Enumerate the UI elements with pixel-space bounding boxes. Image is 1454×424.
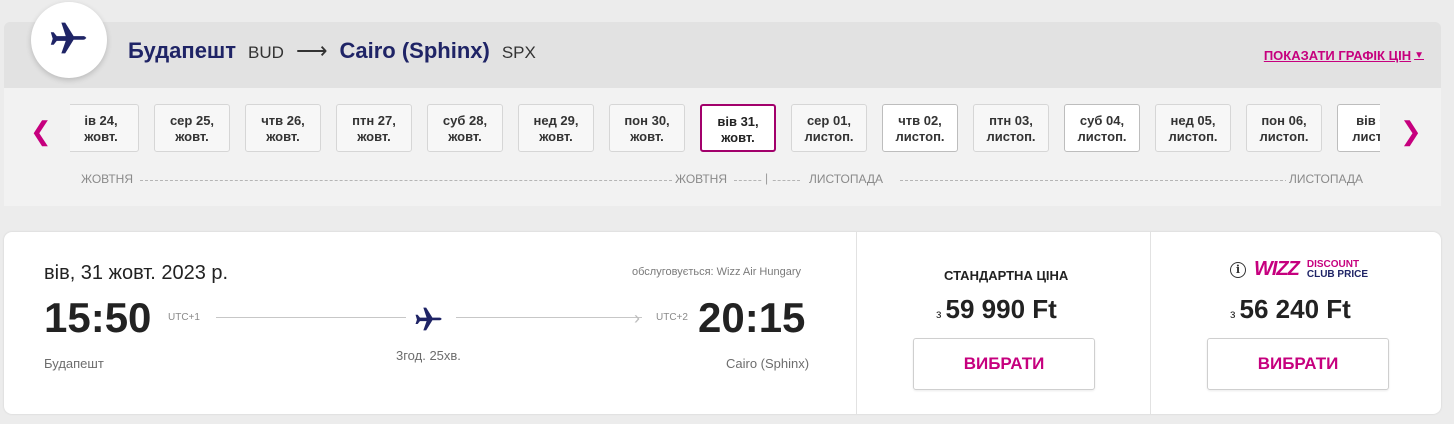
departure-time: 15:50 (44, 294, 152, 341)
discount-club-header: i WIZZ DISCOUNT CLUB PRICE (1230, 258, 1368, 281)
timeline-left (216, 317, 406, 318)
date-tile-month: жовт. (539, 129, 573, 144)
airline-logo (31, 2, 107, 78)
date-tile[interactable]: ів 24, жовт. (70, 104, 139, 152)
standard-fare-label: СТАНДАРТНА ЦІНА (944, 268, 1069, 283)
date-tile-day: птн 03, (989, 113, 1033, 128)
price-prefix: з (1230, 307, 1236, 321)
date-tile[interactable]: нед 29, жовт. (518, 104, 594, 152)
date-tile-month: листоп. (1259, 129, 1309, 144)
date-tile-day: сер 25, (169, 113, 215, 128)
flight-date: вів, 31 жовт. 2023 р. (44, 262, 229, 284)
date-tile-month: жовт. (175, 129, 209, 144)
chevron-left-icon[interactable]: ❮ (30, 116, 52, 147)
departure-airport: Будапешт (44, 356, 104, 371)
arrival-time: 20:15 (698, 294, 806, 341)
price-value: 59 990 Ft (945, 294, 1057, 324)
date-tile-month: листоп. (1168, 129, 1218, 144)
operated-by: обслуговується: Wizz Air Hungary (632, 266, 802, 278)
flight-duration: 3год. 25хв. (396, 348, 461, 363)
month-timeline: ЖОВТНЯ ЖОВТНЯ | ЛИСТОПАДА ЛИСТОПАДА (78, 171, 1378, 188)
date-tile-day: нед 05, (1170, 113, 1216, 128)
departure-utc: UTC+1 (168, 312, 200, 323)
flight-card: вів, 31 жовт. 2023 р. обслуговується: Wi… (4, 232, 1441, 414)
date-tile[interactable]: птн 03, листоп. (973, 104, 1049, 152)
date-tile-month: жовт. (84, 129, 118, 144)
info-icon[interactable]: i (1230, 261, 1246, 278)
show-price-graph-link[interactable]: ПОКАЗАТИ ГРАФІК ЦІН ▼ (1264, 48, 1424, 63)
date-tile-day: чтв 02, (898, 113, 942, 128)
destination-code: SPX (501, 43, 536, 62)
divider (1150, 232, 1151, 414)
date-tile-month: листоп. (895, 129, 945, 144)
date-tile-month: листоп. (1077, 129, 1127, 144)
day-list: ів 24, жовт. сер 25, жовт. чтв 26, жовт. птн 2… (70, 104, 1380, 154)
price-prefix: з (936, 307, 942, 321)
chevron-right-icon: › (634, 308, 640, 328)
date-selector: ❮ ів 24, жовт. сер 25, жовт. чтв 26, жовт. птн… (4, 88, 1441, 206)
destination-city: Cairo (Sphinx) (339, 38, 490, 63)
date-tile[interactable]: птн 27, жовт. (336, 104, 412, 152)
origin-city: Будапешт (128, 38, 237, 63)
date-tile-day: пон 30, (624, 113, 670, 128)
airplane-icon (46, 15, 92, 66)
date-tile-day: вів 07 (1356, 113, 1380, 128)
long-arrow-right-icon: ⟶ (295, 38, 328, 63)
select-standard-button[interactable]: ВИБРАТИ (913, 338, 1095, 390)
date-tile-month: листоп. (804, 129, 854, 144)
timeline-right (456, 317, 642, 318)
date-tile-day: птн 27, (352, 113, 396, 128)
date-tile[interactable]: сер 01, листоп. (791, 104, 867, 152)
discount-club-price-logo: DISCOUNT CLUB PRICE (1306, 258, 1368, 280)
date-tile[interactable]: чтв 26, жовт. (245, 104, 321, 152)
select-club-button[interactable]: ВИБРАТИ (1207, 338, 1389, 390)
standard-fare-price: з 59 990 Ft (936, 294, 1057, 325)
date-tile-month: листоп. (986, 129, 1036, 144)
date-tile-month: жовт. (266, 129, 300, 144)
caret-down-icon: ▼ (1414, 50, 1424, 61)
club-fare-price: з 56 240 Ft (1230, 294, 1351, 325)
date-tile[interactable]: вів 07листоп (1337, 104, 1380, 152)
date-tile[interactable]: нед 05, листоп. (1155, 104, 1231, 152)
date-tile-month: листоп (1352, 129, 1380, 144)
month-label: ЖОВТНЯ (78, 172, 137, 186)
date-tile-day: пон 06, (1261, 113, 1307, 128)
date-tile-day: ів 24, (84, 113, 118, 128)
flight-search-result: Будапешт BUD ⟶ Cairo (Sphinx) SPX ПОКАЗА… (0, 0, 1454, 424)
date-tile-day: нед 29, (533, 113, 579, 128)
date-tile-month: жовт. (630, 129, 664, 144)
date-tile-month: жовт. (721, 130, 755, 145)
chevron-right-icon[interactable]: ❯ (1400, 116, 1422, 147)
date-tile[interactable]: сер 25, жовт. (154, 104, 230, 152)
date-tile-month: жовт. (357, 129, 391, 144)
date-tile[interactable]: суб 04, листоп. (1064, 104, 1140, 152)
date-tile[interactable]: пон 30, жовт. (609, 104, 685, 152)
date-tile-day: суб 04, (1079, 113, 1125, 128)
month-separator: | (762, 171, 772, 185)
origin-code: BUD (248, 43, 284, 62)
date-tile[interactable]: чтв 02, листоп. (882, 104, 958, 152)
arrival-airport: Cairo (Sphinx) (726, 356, 810, 371)
date-tile-day: чтв 26, (261, 113, 305, 128)
month-label: ЛИСТОПАДА (1286, 172, 1367, 186)
date-tile-day: сер 01, (806, 113, 852, 128)
divider (856, 232, 857, 414)
date-tile-day: вів 31, (717, 114, 759, 129)
wizz-logo: WIZZ (1254, 258, 1300, 280)
date-tile[interactable]: суб 28, жовт. (427, 104, 503, 152)
airplane-icon (412, 302, 446, 341)
date-tile[interactable]: вів 31, жовт. (700, 104, 776, 152)
arrival-utc: UTC+2 (656, 312, 688, 323)
price-value: 56 240 Ft (1239, 294, 1351, 324)
price-graph-label: ПОКАЗАТИ ГРАФІК ЦІН (1263, 48, 1412, 63)
month-label: ЛИСТОПАДА (806, 172, 887, 186)
date-tile-day: суб 28, (442, 113, 488, 128)
month-label: ЖОВТНЯ (672, 172, 731, 186)
date-tile[interactable]: пон 06, листоп. (1246, 104, 1322, 152)
date-tile-month: жовт. (448, 129, 482, 144)
route-summary: Будапешт BUD ⟶ Cairo (Sphinx) SPX (128, 38, 536, 64)
